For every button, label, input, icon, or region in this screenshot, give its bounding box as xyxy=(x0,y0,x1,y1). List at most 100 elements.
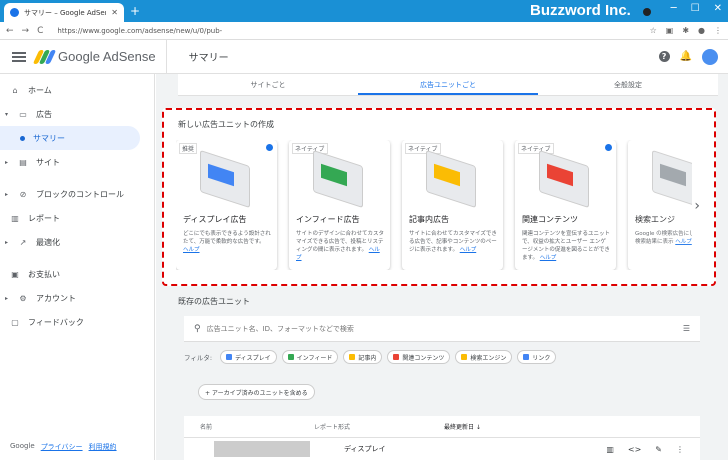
filter-list-icon[interactable]: ☰ xyxy=(683,324,690,333)
chevron-right-icon[interactable]: › xyxy=(694,198,700,214)
new-tab-button[interactable]: + xyxy=(130,4,140,18)
tab-by-site[interactable]: サイトごと xyxy=(178,74,358,95)
help-link[interactable]: ヘルプ xyxy=(540,255,557,261)
card-name: 検索エンジ xyxy=(635,215,675,224)
tab-general-settings[interactable]: 全般設定 xyxy=(538,74,718,95)
url-field[interactable]: https://www.google.com/adsense/new/u/0/p… xyxy=(57,27,222,35)
filter-chip-link[interactable]: リンク xyxy=(517,350,557,364)
info-icon[interactable] xyxy=(266,144,273,151)
column-header-updated[interactable]: 最終更新日 ↓ xyxy=(444,422,481,431)
account-icon: ⚙ xyxy=(19,293,27,303)
tab-title: サマリー – Google AdSense xyxy=(24,8,106,17)
brand-watermark: Buzzword Inc. xyxy=(530,2,631,19)
column-header-name[interactable]: 名前 xyxy=(184,422,314,431)
optimize-icon: ↗ xyxy=(19,237,27,247)
notifications-bell-icon[interactable]: 🔔 xyxy=(680,51,692,62)
in-article-chip-icon xyxy=(349,354,356,360)
matched-content-illustration-icon xyxy=(529,149,601,209)
more-icon[interactable]: ⋮ xyxy=(676,445,684,454)
card-in-feed-ad[interactable]: ネイティブ インフィード広告 サイトのデザインに合わせてカスタマイズできる広告で… xyxy=(289,140,390,270)
help-link[interactable]: ヘルプ xyxy=(675,239,692,245)
forward-button[interactable]: → xyxy=(22,26,30,36)
record-icon xyxy=(643,8,651,16)
card-tag: 推奨 xyxy=(179,143,198,154)
tab-close-icon[interactable]: ✕ xyxy=(111,8,118,17)
sidebar-item-sites[interactable]: ▸ ▤ サイト xyxy=(0,150,154,174)
back-button[interactable]: ← xyxy=(6,26,14,36)
display-ad-illustration-icon xyxy=(190,149,262,209)
card-description: Google の検索広告にしたもので、検索結果に表示 ヘルプ xyxy=(635,230,692,246)
privacy-link[interactable]: プライバシー xyxy=(41,442,83,452)
help-icon[interactable]: ? xyxy=(658,51,670,62)
in-feed-ad-illustration-icon xyxy=(303,149,375,209)
card-search-engine[interactable]: 検索エンジ Google の検索広告にしたもので、検索結果に表示 ヘルプ xyxy=(628,140,692,270)
table-row[interactable]: ディスプレイ ▥ <> ✎ ⋮ xyxy=(184,438,700,460)
sidebar-item-payments[interactable]: ▣ お支払い xyxy=(0,262,154,286)
sidebar-item-feedback[interactable]: ▢ フィードバック xyxy=(0,310,154,334)
sidebar-footer: Google プライバシー 利用規約 xyxy=(10,442,117,452)
minimize-button[interactable]: ─ xyxy=(671,3,677,14)
sidebar-item-label: アカウント xyxy=(36,293,76,303)
card-name: 関連コンテンツ xyxy=(522,215,578,224)
filter-chip-matched-content[interactable]: 関連コンテンツ xyxy=(387,350,451,364)
create-ad-unit-panel: 新しい広告ユニットの作成 推奨 ディスプレイ広告 どこにでも表示できるよう設計さ… xyxy=(162,108,716,286)
card-display-ad[interactable]: 推奨 ディスプレイ広告 どこにでも表示できるよう設計されたて、万能で柔軟的な広告… xyxy=(176,140,277,270)
card-description: サイトに合わせてカスタマイズできる広告で、記事やコンテンツのページに表示されます… xyxy=(409,230,497,254)
sidebar-item-home[interactable]: ⌂ ホーム xyxy=(0,78,154,102)
sidebar-item-reports[interactable]: ▥ レポート xyxy=(0,206,154,230)
sidebar-item-ads[interactable]: ▾ ▭ 広告 xyxy=(0,102,154,126)
code-icon[interactable]: <> xyxy=(628,445,641,454)
extension-icon[interactable]: ▣ xyxy=(666,26,674,35)
filter-chip-display[interactable]: ディスプレイ xyxy=(220,350,277,364)
search-bar: ⚲ ☰ xyxy=(184,316,700,342)
maximize-button[interactable]: ☐ xyxy=(691,3,700,14)
puzzle-icon[interactable]: ✱ xyxy=(682,26,689,35)
sidebar-item-optimize[interactable]: ▸ ↗ 最適化 xyxy=(0,230,154,254)
sidebar-item-label: お支払い xyxy=(28,269,60,279)
avatar[interactable] xyxy=(702,48,718,65)
card-name: ディスプレイ広告 xyxy=(183,215,247,224)
help-link[interactable]: ヘルプ xyxy=(183,247,200,253)
sidebar-item-block-controls[interactable]: ▸ ⊘ ブロックのコントロール xyxy=(0,182,154,206)
table-header: 名前 レポート形式 最終更新日 ↓ xyxy=(184,416,700,438)
adsense-logo[interactable]: Google AdSense xyxy=(32,49,156,64)
sidebar-item-summary[interactable]: サマリー xyxy=(0,126,140,150)
browser-tab[interactable]: サマリー – Google AdSense ✕ xyxy=(4,3,124,22)
terms-link[interactable]: 利用規約 xyxy=(89,442,117,452)
ad-unit-type-cards: 推奨 ディスプレイ広告 どこにでも表示できるよう設計されたて、万能で柔軟的な広告… xyxy=(176,140,692,270)
card-in-article-ad[interactable]: ネイティブ 記事内広告 サイトに合わせてカスタマイズできる広告で、記事やコンテン… xyxy=(402,140,503,270)
report-icon[interactable]: ▥ xyxy=(606,445,614,454)
profile-icon[interactable]: ● xyxy=(698,26,705,35)
search-input[interactable] xyxy=(206,324,677,333)
help-link[interactable]: ヘルプ xyxy=(460,247,477,253)
info-icon[interactable] xyxy=(605,144,612,151)
include-archived-button[interactable]: + アーカイブ済みのユニットを含める xyxy=(198,384,315,400)
expand-arrow-icon: ▸ xyxy=(5,294,9,302)
card-matched-content[interactable]: ネイティブ 関連コンテンツ 関連コンテンツを宣伝するユニットで、収益の拡大とユー… xyxy=(515,140,616,270)
card-desc-text: 関連コンテンツを宣伝するユニットで、収益の拡大とユーザー エンゲージメントの促進… xyxy=(522,231,611,261)
existing-ad-units-panel: 既存の広告ユニット ⚲ ☰ フィルタ: ディスプレイ インフィード 記事内 関連… xyxy=(170,288,716,460)
chip-label: ディスプレイ xyxy=(235,354,271,362)
filter-chip-search-engine[interactable]: 検索エンジン xyxy=(455,350,513,364)
tab-by-ad-unit[interactable]: 広告ユニットごと xyxy=(358,74,538,95)
edit-icon[interactable]: ✎ xyxy=(655,445,662,454)
column-header-format[interactable]: レポート形式 xyxy=(314,422,444,431)
sidebar-item-account[interactable]: ▸ ⚙ アカウント xyxy=(0,286,154,310)
reload-button[interactable]: C xyxy=(37,26,43,36)
star-icon[interactable]: ☆ xyxy=(650,26,657,35)
payments-icon: ▣ xyxy=(11,269,19,279)
matched-content-chip-icon xyxy=(393,354,400,360)
chip-label: 検索エンジン xyxy=(470,354,507,362)
display-chip-icon xyxy=(226,354,233,360)
menu-icon[interactable]: ⋮ xyxy=(714,26,722,35)
report-icon: ▥ xyxy=(11,213,19,223)
expand-arrow-icon: ▸ xyxy=(5,190,9,198)
hamburger-menu-icon[interactable] xyxy=(12,51,26,62)
close-window-button[interactable]: ✕ xyxy=(714,3,722,14)
chip-label: インフィード xyxy=(296,354,333,362)
filter-chip-in-article[interactable]: 記事内 xyxy=(343,350,383,364)
sidebar-item-label: ホーム xyxy=(28,85,52,95)
filter-chip-in-feed[interactable]: インフィード xyxy=(281,350,339,364)
in-article-ad-illustration-icon xyxy=(416,149,488,209)
tab-bar: サイトごと 広告ユニットごと 全般設定 xyxy=(178,74,718,96)
